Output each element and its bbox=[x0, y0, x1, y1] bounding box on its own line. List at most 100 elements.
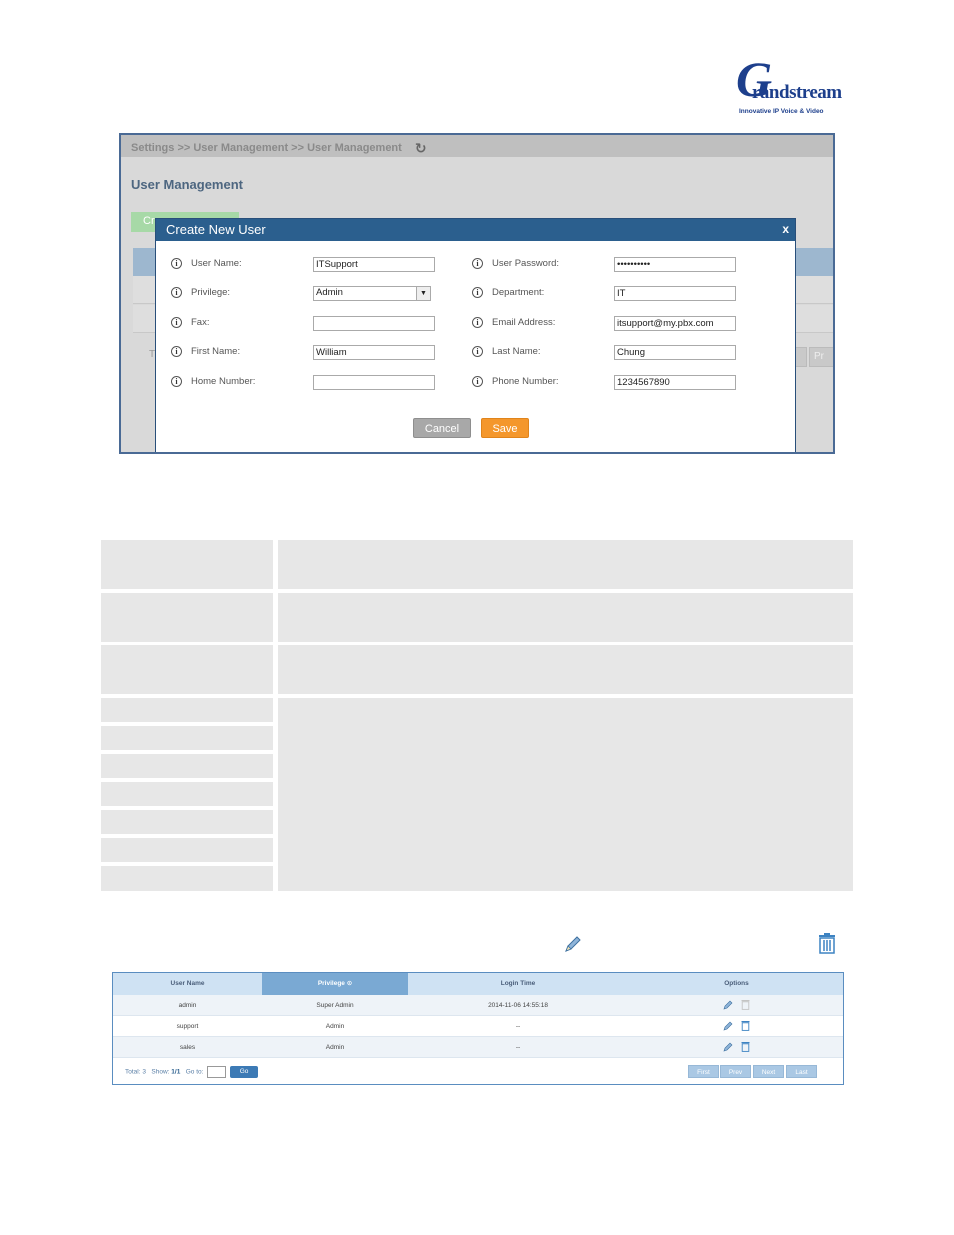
field-label: User Password: bbox=[492, 258, 560, 269]
param-desc-cell bbox=[278, 593, 853, 642]
field-label: First Name: bbox=[191, 346, 241, 357]
page-title: User Management bbox=[131, 177, 243, 192]
breadcrumb: Settings >> User Management >> User Mana… bbox=[121, 135, 833, 157]
first-name-input[interactable] bbox=[313, 345, 435, 360]
cell-privilege: Admin bbox=[325, 1023, 345, 1030]
field-user-password: i User Password: bbox=[472, 257, 772, 275]
save-button[interactable]: Save bbox=[481, 418, 529, 438]
field-label: User Name: bbox=[191, 258, 242, 269]
department-input[interactable] bbox=[614, 286, 736, 301]
dialog-title: Create New User bbox=[166, 222, 266, 237]
trash-icon bbox=[819, 933, 835, 954]
info-icon[interactable]: i bbox=[472, 346, 483, 357]
cell-user-name: admin bbox=[178, 1002, 197, 1009]
close-button[interactable]: x bbox=[782, 222, 789, 236]
info-icon[interactable]: i bbox=[472, 376, 483, 387]
show-value: 1/1 bbox=[171, 1068, 181, 1076]
field-label: Privilege: bbox=[191, 287, 231, 298]
cell-login-time: -- bbox=[515, 1044, 521, 1051]
refresh-icon[interactable]: ↻ bbox=[415, 140, 427, 157]
table-row: sales Admin -- bbox=[113, 1037, 843, 1058]
edit-icon[interactable] bbox=[723, 1021, 733, 1031]
privilege-value: Admin bbox=[316, 287, 343, 298]
column-privilege[interactable]: Privilege ⊙ bbox=[262, 973, 408, 995]
field-privilege: i Privilege: Admin ▼ bbox=[171, 286, 471, 304]
field-label: Phone Number: bbox=[492, 376, 559, 387]
user-password-input[interactable] bbox=[614, 257, 736, 272]
goto-label: Go to: bbox=[185, 1068, 204, 1076]
info-icon[interactable]: i bbox=[171, 317, 182, 328]
phone-number-input[interactable] bbox=[614, 375, 736, 390]
prev-page-button[interactable]: Prev bbox=[720, 1065, 751, 1078]
param-name-cell bbox=[101, 782, 273, 806]
delete-icon[interactable] bbox=[741, 1020, 750, 1031]
cell-privilege: Admin bbox=[325, 1044, 345, 1051]
pencil-icon bbox=[565, 936, 581, 952]
field-first-name: i First Name: bbox=[171, 345, 471, 363]
edit-icon[interactable] bbox=[723, 1042, 733, 1052]
field-department: i Department: bbox=[472, 286, 772, 304]
cell-login-time: -- bbox=[515, 1023, 521, 1030]
cell-privilege: Super Admin bbox=[316, 1002, 354, 1009]
privilege-select[interactable]: Admin ▼ bbox=[313, 286, 431, 301]
breadcrumb-text: Settings >> User Management >> User Mana… bbox=[131, 142, 402, 154]
param-name-cell bbox=[101, 726, 273, 750]
table-footer: Total: 3 Show: 1/1 Go to: Go bbox=[125, 1066, 259, 1078]
param-name-cell bbox=[101, 698, 273, 722]
table-row: admin Super Admin 2014-11-06 14:55:18 bbox=[113, 995, 843, 1016]
user-name-input[interactable] bbox=[313, 257, 435, 272]
param-name-cell bbox=[101, 810, 273, 834]
field-home-number: i Home Number: bbox=[171, 375, 471, 393]
column-login-time[interactable]: Login Time bbox=[408, 973, 628, 995]
last-page-button[interactable]: Last bbox=[786, 1065, 817, 1078]
field-phone-number: i Phone Number: bbox=[472, 375, 772, 393]
bg-prev-button: Pr bbox=[809, 347, 833, 367]
field-user-name: i User Name: bbox=[171, 257, 471, 275]
param-desc-cell bbox=[278, 698, 853, 891]
fax-input[interactable] bbox=[313, 316, 435, 331]
info-icon[interactable]: i bbox=[171, 346, 182, 357]
cell-user-name: support bbox=[176, 1023, 199, 1030]
next-page-button[interactable]: Next bbox=[753, 1065, 784, 1078]
info-icon[interactable]: i bbox=[472, 258, 483, 269]
edit-icon[interactable] bbox=[723, 1000, 733, 1010]
info-icon[interactable]: i bbox=[171, 287, 182, 298]
column-options: Options bbox=[724, 980, 749, 987]
field-last-name: i Last Name: bbox=[472, 345, 772, 363]
field-label: Last Name: bbox=[492, 346, 541, 357]
field-label: Fax: bbox=[191, 317, 210, 328]
user-list-screenshot: User Name Privilege ⊙ Login Time Options… bbox=[112, 972, 844, 1085]
go-button[interactable]: Go bbox=[230, 1066, 259, 1078]
info-icon[interactable]: i bbox=[171, 376, 182, 387]
last-name-input[interactable] bbox=[614, 345, 736, 360]
delete-icon-disabled bbox=[741, 1000, 750, 1010]
email-input[interactable] bbox=[614, 316, 736, 331]
goto-page-input[interactable] bbox=[207, 1066, 227, 1078]
field-fax: i Fax: bbox=[171, 316, 471, 334]
param-name-cell bbox=[101, 754, 273, 778]
param-name-cell bbox=[101, 866, 273, 891]
logo-tagline: Innovative IP Voice & Video bbox=[739, 108, 824, 115]
logo-brand: randstream bbox=[752, 82, 842, 103]
table-header: User Name Privilege ⊙ Login Time Options bbox=[113, 973, 843, 995]
first-page-button[interactable]: First bbox=[688, 1065, 719, 1078]
field-label: Home Number: bbox=[191, 376, 256, 387]
param-name-cell bbox=[101, 645, 273, 694]
param-desc-cell bbox=[278, 645, 853, 694]
home-number-input[interactable] bbox=[313, 375, 435, 390]
param-name-cell bbox=[101, 838, 273, 862]
delete-icon[interactable] bbox=[741, 1041, 750, 1052]
info-icon[interactable]: i bbox=[171, 258, 182, 269]
field-label: Email Address: bbox=[492, 317, 556, 328]
cancel-button[interactable]: Cancel bbox=[413, 418, 471, 438]
field-email-address: i Email Address: bbox=[472, 316, 772, 334]
column-user-name[interactable]: User Name bbox=[113, 973, 262, 995]
create-user-screenshot: Settings >> User Management >> User Mana… bbox=[119, 133, 835, 454]
grandstream-logo: G randstream Innovative IP Voice & Video bbox=[736, 54, 842, 120]
table-row: support Admin -- bbox=[113, 1016, 843, 1037]
info-icon[interactable]: i bbox=[472, 287, 483, 298]
info-icon[interactable]: i bbox=[472, 317, 483, 328]
param-name-cell bbox=[101, 540, 273, 589]
show-label: Show: bbox=[151, 1068, 170, 1076]
param-name-cell bbox=[101, 593, 273, 642]
